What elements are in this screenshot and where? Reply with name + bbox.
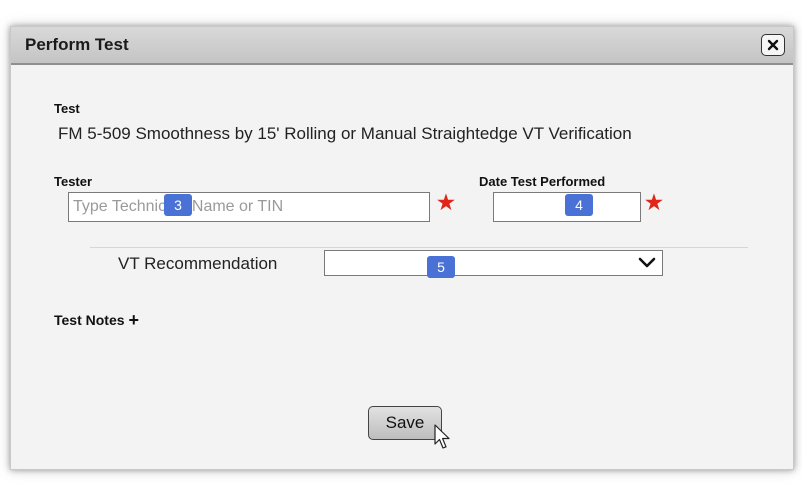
test-notes-label: Test Notes	[54, 312, 125, 328]
dialog-titlebar: Perform Test	[11, 27, 793, 65]
screen: Perform Test Test FM 5-509 Smoothness by…	[0, 0, 802, 484]
date-badge: 4	[565, 194, 593, 216]
chevron-down-icon	[638, 257, 656, 268]
tester-input[interactable]	[68, 192, 430, 222]
tester-required-marker: ★	[437, 192, 455, 214]
close-button[interactable]	[761, 34, 785, 56]
plus-icon[interactable]: +	[129, 311, 140, 329]
test-label: Test	[54, 101, 80, 116]
date-required-marker: ★	[645, 192, 663, 214]
mouse-cursor-icon	[434, 424, 450, 449]
tester-label: Tester	[54, 174, 93, 189]
perform-test-dialog: Perform Test	[10, 26, 794, 470]
vt-recommendation-label: VT Recommendation	[118, 254, 278, 273]
test-notes-header: Test Notes +	[54, 311, 140, 329]
section-divider	[90, 247, 748, 248]
save-button[interactable]: Save	[368, 406, 442, 440]
date-performed-label: Date Test Performed	[479, 174, 606, 189]
dialog-title: Perform Test	[25, 35, 129, 54]
tester-badge: 3	[164, 194, 192, 216]
close-icon	[767, 39, 779, 51]
vt-recommendation-badge: 5	[427, 256, 455, 278]
test-name: FM 5-509 Smoothness by 15' Rolling or Ma…	[58, 124, 632, 143]
vt-recommendation-select[interactable]	[324, 250, 663, 276]
